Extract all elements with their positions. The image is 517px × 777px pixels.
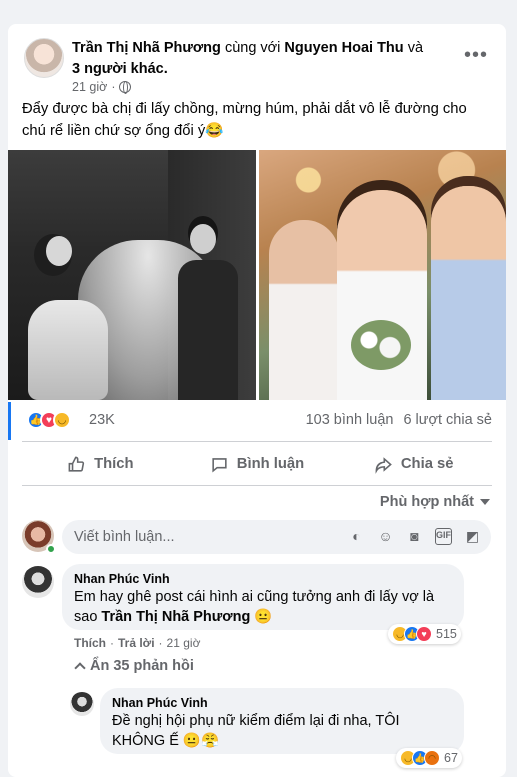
comment-icon bbox=[212, 457, 227, 472]
photo1-bride-head bbox=[46, 236, 72, 266]
comment-bubble: Nhan Phúc Vinh Em hay ghê post cái hình … bbox=[62, 564, 464, 630]
online-status-dot bbox=[46, 544, 56, 554]
reply-name[interactable]: Nhan Phúc Vinh bbox=[112, 695, 452, 711]
photo1-groom-suit bbox=[178, 260, 238, 400]
angry-reaction-icon: ◠ bbox=[424, 750, 440, 766]
share-label: Chia sẻ bbox=[400, 456, 454, 472]
like-button[interactable]: Thích bbox=[22, 446, 179, 482]
post-text: Đẩy được bà chị đi lấy chồng, mừng húm, … bbox=[22, 101, 467, 139]
photo2-woman-right bbox=[431, 186, 506, 400]
haha-reaction-icon: ◡ bbox=[53, 411, 71, 429]
thumbs-up-icon bbox=[68, 456, 85, 472]
reply-text: Đề nghị hội phụ nữ kiểm điểm lại đi nha,… bbox=[112, 711, 452, 751]
tagged-others[interactable]: 3 người khác. bbox=[72, 61, 168, 77]
divider-bottom bbox=[22, 485, 492, 486]
meta-dot: · bbox=[111, 80, 116, 94]
share-button[interactable]: Chia sẻ bbox=[335, 446, 492, 482]
sticker-face-icon[interactable]: ◐ bbox=[348, 528, 365, 545]
share-count[interactable]: 6 lượt chia sẻ bbox=[403, 412, 492, 428]
post-meta: 21 giờ · bbox=[72, 80, 132, 94]
comment-like-link[interactable]: Thích bbox=[74, 636, 106, 650]
hide-replies-label: Ẩn 35 phản hồi bbox=[90, 658, 194, 674]
chevron-up-icon bbox=[74, 662, 86, 674]
globe-icon bbox=[119, 81, 132, 94]
reply-reaction-count: 67 bbox=[444, 751, 458, 765]
comment-text: Em hay ghê post cái hình ai cũng tưởng a… bbox=[74, 587, 452, 627]
comment-input[interactable]: Viết bình luận... ◐ ☺ ◙ GIF ◩ bbox=[62, 520, 491, 554]
photo1-bride-dress bbox=[28, 300, 108, 400]
commenter-avatar[interactable] bbox=[22, 566, 54, 598]
more-options-icon[interactable]: ••• bbox=[464, 45, 488, 65]
reaction-icons[interactable]: 👍 ♥ ◡ bbox=[27, 411, 71, 429]
comment-placeholder: Viết bình luận... bbox=[74, 529, 175, 545]
reply-reactions[interactable]: ◡ 👍 ◠ 67 bbox=[396, 748, 462, 768]
post-header: Trần Thị Nhã Phương cùng với Nguyen Hoai… bbox=[22, 34, 492, 94]
reply-emoji: 😐😤 bbox=[182, 733, 220, 749]
reply-avatar[interactable] bbox=[70, 692, 94, 716]
photo2-bouquet bbox=[351, 320, 411, 370]
author-name[interactable]: Trần Thị Nhã Phương bbox=[72, 40, 221, 56]
chevron-down-icon bbox=[480, 499, 490, 505]
divider-top bbox=[22, 441, 492, 442]
emoji-icon[interactable]: ☺ bbox=[377, 528, 394, 545]
comment-meta: Thích · Trả lời · 21 giờ bbox=[74, 636, 200, 650]
comment-label: Bình luận bbox=[236, 456, 305, 472]
like-label: Thích bbox=[94, 456, 134, 472]
comment-sort-dropdown[interactable]: Phù hợp nhất bbox=[380, 494, 490, 510]
reaction-count[interactable]: 23K bbox=[89, 412, 115, 428]
meta-dot: · bbox=[158, 636, 163, 650]
post-author-line: Trần Thị Nhã Phương cùng với Nguyen Hoai… bbox=[72, 38, 432, 80]
comment-emoji: 😐 bbox=[254, 609, 273, 625]
reply-bubble: Nhan Phúc Vinh Đề nghị hội phụ nữ kiểm đ… bbox=[100, 688, 464, 754]
reply-body: Đề nghị hội phụ nữ kiểm điểm lại đi nha,… bbox=[112, 713, 400, 749]
post-stats: 103 bình luận 6 lượt chia sẻ bbox=[306, 412, 492, 428]
comment-button[interactable]: Bình luận bbox=[179, 446, 336, 482]
post-actions: Thích Bình luận Chia sẻ bbox=[22, 446, 492, 482]
photo-three-women[interactable] bbox=[259, 150, 506, 400]
composer-icons: ◐ ☺ ◙ GIF ◩ bbox=[348, 528, 481, 545]
love-reaction-icon: ♥ bbox=[416, 626, 432, 642]
reactions-row: 👍 ♥ ◡ 23K 103 bình luận 6 lượt chia sẻ bbox=[8, 402, 506, 440]
post-card: Trần Thị Nhã Phương cùng với Nguyen Hoai… bbox=[8, 24, 506, 777]
gif-icon[interactable]: GIF bbox=[435, 528, 452, 545]
author-avatar[interactable] bbox=[24, 38, 64, 78]
comment-time[interactable]: 21 giờ bbox=[167, 636, 201, 650]
photo-bride-and-groom[interactable] bbox=[8, 150, 256, 400]
hide-replies-button[interactable]: Ẩn 35 phản hồi bbox=[74, 658, 194, 674]
meta-dot: · bbox=[110, 636, 114, 650]
commenter-name[interactable]: Nhan Phúc Vinh bbox=[74, 571, 452, 587]
comment-count[interactable]: 103 bình luận bbox=[306, 412, 394, 428]
camera-icon[interactable]: ◙ bbox=[406, 528, 423, 545]
photo1-groom-head bbox=[190, 224, 216, 254]
with-text: cùng với bbox=[224, 40, 281, 56]
share-icon bbox=[375, 456, 392, 474]
photo2-woman-left bbox=[269, 220, 339, 400]
comment-mention[interactable]: Trần Thị Nhã Phương bbox=[101, 609, 250, 625]
and-text: và bbox=[407, 40, 424, 56]
sort-label: Phù hợp nhất bbox=[379, 494, 474, 510]
comment-reactions[interactable]: ◡ 👍 ♥ 515 bbox=[388, 624, 461, 644]
sticker-icon[interactable]: ◩ bbox=[464, 528, 481, 545]
post-photos bbox=[8, 150, 506, 400]
comment-reply-link[interactable]: Trả lời bbox=[118, 636, 155, 650]
post-time[interactable]: 21 giờ bbox=[72, 80, 107, 94]
comment-reaction-count: 515 bbox=[436, 627, 457, 641]
tagged-name[interactable]: Nguyen Hoai Thu bbox=[284, 40, 403, 56]
